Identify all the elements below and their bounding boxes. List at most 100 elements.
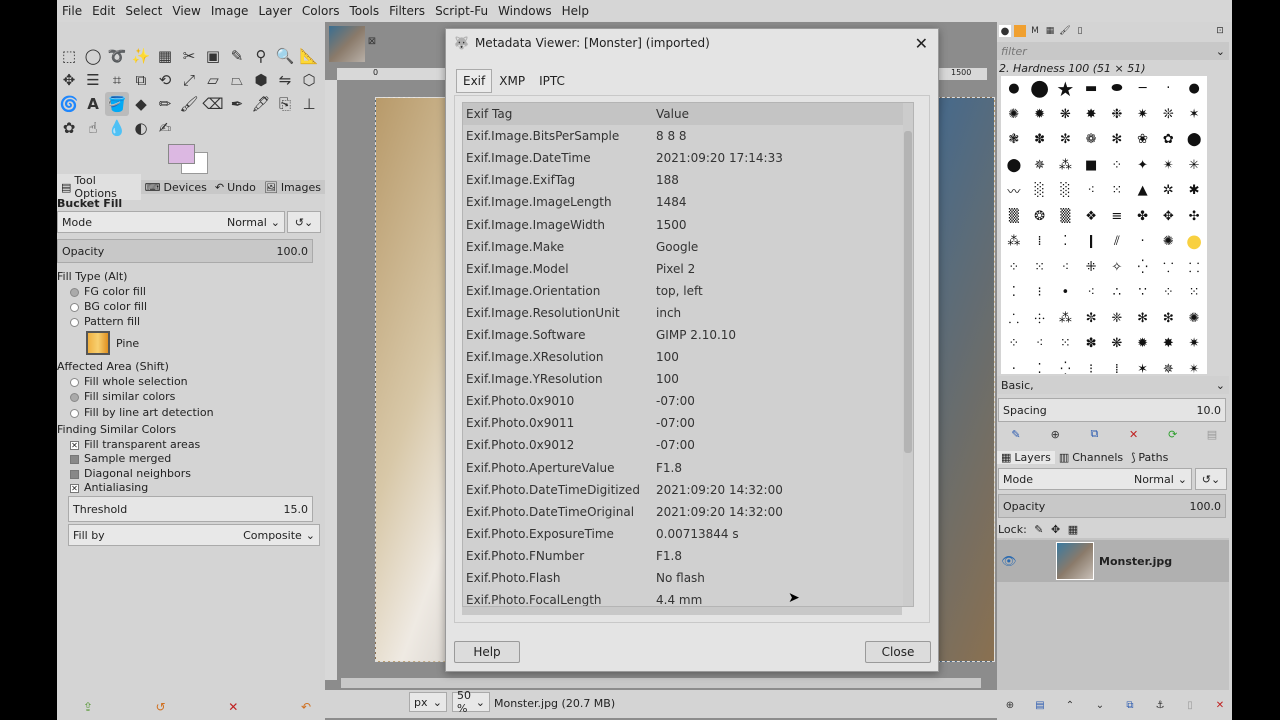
stamp-tool-icon[interactable]: ⊥ [297, 92, 321, 116]
new-group-icon[interactable]: ▤ [1033, 698, 1047, 712]
table-row[interactable]: Exif.Image.XResolution 100 [463, 346, 913, 368]
lock-alpha-icon[interactable]: ▦ [1068, 523, 1078, 536]
brush-item[interactable]: ✴ [1181, 357, 1207, 374]
foreground-color-swatch[interactable] [168, 144, 195, 164]
brush-item[interactable]: ❊ [1156, 102, 1182, 128]
fill-whole-selection-option[interactable]: Fill whole selection [70, 375, 188, 388]
3d-transform-tool-icon[interactable]: ⬢ [249, 68, 273, 92]
table-row[interactable]: Exif.Image.Model Pixel 2 [463, 258, 913, 280]
brush-item[interactable]: ● [1181, 229, 1207, 255]
table-row[interactable]: Exif.Image.BitsPerSample 8 8 8 [463, 125, 913, 147]
table-row[interactable]: Exif.Photo.ApertureValue F1.8 [463, 457, 913, 479]
bucket-fill-tool-icon[interactable]: 🪣 [105, 92, 129, 116]
brush-item[interactable]: ⸭ [1027, 306, 1053, 332]
table-row[interactable]: Exif.Image.ImageLength 1484 [463, 191, 913, 213]
measure-tool-icon[interactable]: 📐 [297, 44, 321, 68]
brush-item[interactable]: ≡ [1104, 204, 1130, 230]
brush-item[interactable]: ⁚ [1027, 357, 1053, 374]
brush-item[interactable]: ✺ [1001, 102, 1027, 128]
cage-tool-icon[interactable]: ⬡ [297, 68, 321, 92]
layer-mode-select[interactable]: Mode Normal ⌄ [998, 468, 1192, 490]
unified-transform-tool-icon[interactable]: ⧉ [129, 68, 153, 92]
brush-item[interactable]: ⸬ [1181, 255, 1207, 281]
brush-item[interactable]: ⁘ [1001, 331, 1027, 357]
fill-similar-colors-option[interactable]: Fill similar colors [70, 390, 175, 403]
rotate-tool-icon[interactable]: ⟲ [153, 68, 177, 92]
fuzzy-select-tool-icon[interactable]: ✨ [129, 44, 153, 68]
gradients-tab-icon[interactable]: 🖌 [1059, 25, 1071, 37]
brush-item[interactable]: ⬤ [1001, 153, 1027, 179]
delete-brush-icon[interactable]: ✕ [1127, 427, 1141, 441]
brush-item[interactable]: ⁙ [1027, 255, 1053, 281]
brush-item[interactable]: ❂ [1027, 204, 1053, 230]
brush-item[interactable]: ⁂ [1053, 153, 1079, 179]
brush-item[interactable]: ⁛ [1130, 255, 1156, 281]
tab-images[interactable]: 🖼 Images [260, 181, 325, 194]
eye-icon[interactable]: 👁 [998, 550, 1020, 572]
brush-item[interactable]: ⁞ [1104, 357, 1130, 374]
blur-tool-icon[interactable]: 💧 [105, 116, 129, 140]
brush-item[interactable]: ✽ [1078, 331, 1104, 357]
rect-select-tool-icon[interactable]: ⬚ [57, 44, 81, 68]
diagonal-neighbors-checkbox[interactable]: Diagonal neighbors [70, 467, 191, 480]
table-row[interactable]: Exif.Photo.Flash No flash [463, 567, 913, 589]
brush-item[interactable]: ⸫ [1001, 306, 1027, 332]
table-row[interactable]: Exif.Photo.0x9010 -07:00 [463, 390, 913, 412]
layer-opacity-slider[interactable]: Opacity 100.0 [998, 494, 1226, 518]
unit-select[interactable]: px ⌄ [409, 692, 447, 712]
menu-tools[interactable]: Tools [345, 4, 385, 18]
delete-options-icon[interactable]: ✕ [222, 696, 244, 718]
brush-item[interactable]: ✥ [1156, 204, 1182, 230]
brush-item[interactable]: · [1156, 76, 1182, 102]
brush-item[interactable]: ❀ [1130, 127, 1156, 153]
layer-mode-reset-button[interactable]: ↺⌄ [1195, 468, 1227, 490]
tab-iptc[interactable]: IPTC [532, 69, 572, 93]
brush-item[interactable]: ✦ [1130, 153, 1156, 179]
col-value[interactable]: Value [656, 107, 913, 121]
tab-exif[interactable]: Exif [456, 69, 493, 93]
brush-item[interactable]: ⬤ [1181, 127, 1207, 153]
crop-tool-icon[interactable]: ⌗ [105, 68, 129, 92]
pattern-fill-option[interactable]: Pattern fill [70, 315, 140, 328]
tab-undo[interactable]: ↶ Undo [211, 181, 260, 194]
brush-item[interactable]: ⁘ [1104, 153, 1130, 179]
brush-item[interactable]: ✧ [1104, 255, 1130, 281]
close-icon[interactable]: ✕ [915, 34, 928, 53]
dock-menu-icon[interactable]: ⊡ [1214, 25, 1226, 37]
table-row[interactable]: Exif.Image.DateTime 2021:09:20 17:14:33 [463, 147, 913, 169]
airbrush-tool-icon[interactable]: ✒ [225, 92, 249, 116]
brush-item[interactable]: ✵ [1156, 357, 1182, 374]
brush-grid[interactable]: ● ● ★ ▬ ⬬ ─ · ● ✺ ✹ ❋ ✸ ❉ ✷ ❊ ✶ ❃ ✽ ✼ ❁ ✻ ❀ ✿ ⬤ ⬤ ✵ ⁂ ■ ⁘ ✦ ✴ ✳ 〰 ░ ░ ⁖… [1001, 76, 1207, 374]
brush-item[interactable]: ✿ [1156, 127, 1182, 153]
col-exif-tag[interactable]: Exif Tag [463, 107, 656, 121]
mask-layer-icon[interactable]: ▯ [1183, 698, 1197, 712]
brush-item[interactable]: ✷ [1130, 102, 1156, 128]
brush-item[interactable]: ❇ [1156, 306, 1182, 332]
brush-item[interactable]: ⁞ [1027, 229, 1053, 255]
smudge-tool-icon[interactable]: ☝ [81, 116, 105, 140]
fill-transparent-checkbox[interactable]: ✕ Fill transparent areas [70, 438, 200, 451]
brush-item[interactable]: • [1053, 280, 1079, 306]
horizontal-scrollbar[interactable] [341, 678, 981, 688]
lower-layer-icon[interactable]: ⌄ [1093, 698, 1107, 712]
brush-item[interactable]: ▲ [1130, 178, 1156, 204]
mypaint-brush-tool-icon[interactable]: ✍ [153, 116, 177, 140]
brush-item[interactable]: ⁂ [1001, 229, 1027, 255]
brush-item[interactable]: ✻ [1104, 127, 1130, 153]
brush-item[interactable]: ⁖ [1078, 280, 1104, 306]
lasso-tool-icon[interactable]: ➰ [105, 44, 129, 68]
brush-item[interactable]: ✵ [1027, 153, 1053, 179]
menu-edit[interactable]: Edit [87, 4, 120, 18]
table-row[interactable]: Exif.Photo.0x9011 -07:00 [463, 412, 913, 434]
brush-item[interactable]: ░ [1027, 178, 1053, 204]
brush-item[interactable]: ░ [1053, 178, 1079, 204]
menu-select[interactable]: Select [120, 4, 167, 18]
tab-paths[interactable]: ⟆ Paths [1127, 451, 1172, 464]
brush-item[interactable]: · [1001, 357, 1027, 374]
color-picker-tool-icon[interactable]: ⚲ [249, 44, 273, 68]
close-button[interactable]: Close [865, 641, 931, 663]
flip-tool-icon[interactable]: ⇋ [273, 68, 297, 92]
table-row[interactable]: Exif.Image.Orientation top, left [463, 280, 913, 302]
new-layer-icon[interactable]: ⊕ [1003, 698, 1017, 712]
brush-item[interactable]: ▬ [1078, 76, 1104, 102]
